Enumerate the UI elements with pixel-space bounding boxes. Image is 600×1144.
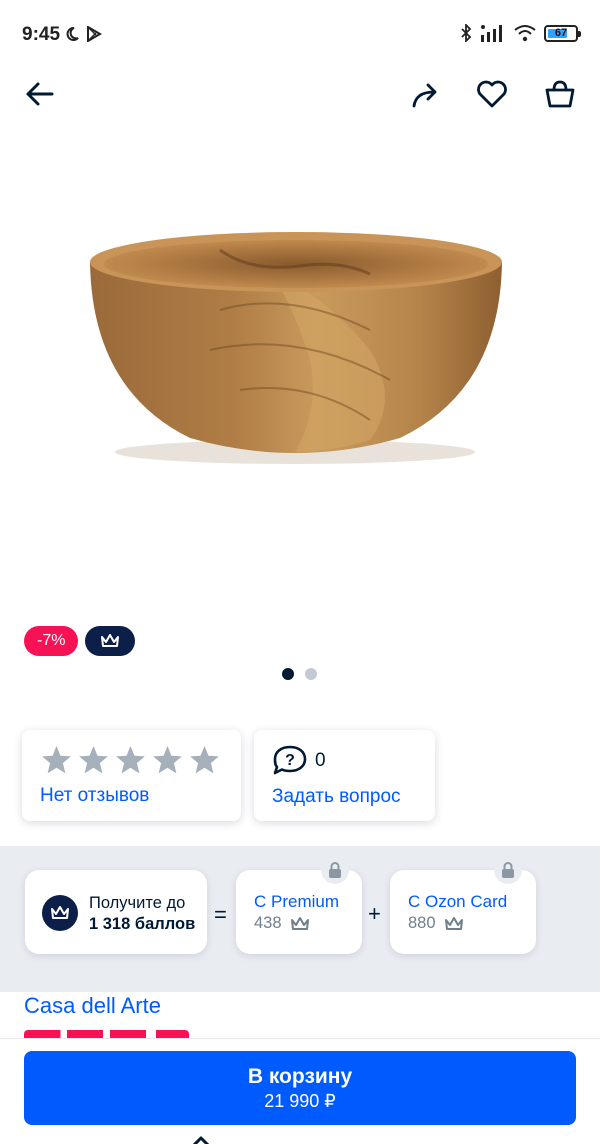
points-band: Получите до 1 318 баллов = С Premium 438… (0, 846, 600, 992)
crown-icon (51, 906, 69, 919)
play-store-icon (87, 26, 102, 42)
bluetooth-icon (461, 24, 472, 42)
star-icon (190, 746, 219, 774)
home-icon[interactable] (190, 1135, 212, 1144)
cart-icon[interactable] (542, 76, 578, 112)
bottom-bar: В корзину 21 990 ₽ (0, 1038, 600, 1144)
star-icon (153, 746, 182, 774)
gallery-dot-1[interactable] (282, 668, 294, 680)
question-bubble-icon: ? (273, 745, 307, 775)
rating-stars (40, 744, 221, 776)
question-card[interactable]: ? 0 Задать вопрос (254, 730, 435, 821)
star-icon (116, 746, 145, 774)
brand-link[interactable]: Casa dell Arte (24, 993, 161, 1019)
svg-text:?: ? (285, 752, 295, 769)
equals-sign: = (214, 902, 227, 927)
product-badges: -7% (24, 626, 136, 656)
wifi-icon (514, 25, 536, 42)
crown-icon (290, 916, 309, 930)
ozon-card-points-value: 880 (408, 914, 436, 932)
share-icon[interactable] (408, 76, 444, 112)
status-bar: 9:45 67 (0, 0, 600, 72)
status-left-icons (64, 26, 102, 42)
ozon-card-points-title: С Ozon Card (408, 892, 508, 911)
points-main-card[interactable]: Получите до 1 318 баллов (25, 870, 207, 954)
premium-badge (85, 626, 136, 656)
heart-icon[interactable] (474, 76, 510, 112)
status-right: 67 (460, 24, 581, 42)
lock-badge (494, 856, 522, 884)
points-main-line1: Получите до (89, 894, 186, 912)
crown-icon (101, 634, 120, 647)
premium-points-title: С Premium (254, 892, 340, 911)
star-icon (79, 746, 108, 774)
plus-sign: + (368, 901, 381, 926)
reviews-label: Нет отзывов (40, 785, 150, 806)
premium-points-value: 438 (254, 914, 282, 932)
moon-icon (66, 27, 79, 41)
ask-question-link[interactable]: Задать вопрос (272, 786, 401, 808)
ozon-card-points-card[interactable]: С Ozon Card 880 (390, 856, 536, 954)
premium-points-value-row: 438 (254, 914, 310, 933)
battery-level: 67 (554, 27, 568, 39)
battery-icon: 67 (544, 24, 581, 42)
points-main-line2: 1 318 баллов (89, 915, 196, 933)
add-to-cart-button[interactable]: В корзину 21 990 ₽ (24, 1051, 576, 1125)
star-icon (42, 746, 71, 774)
question-count: 0 (315, 750, 326, 771)
lock-icon (502, 862, 514, 878)
gallery-dot-2[interactable] (305, 668, 317, 680)
lock-icon (329, 862, 341, 878)
status-time: 9:45 (22, 24, 61, 45)
ozon-card-points-value-row: 880 (408, 914, 464, 933)
add-to-cart-price: 21 990 ₽ (264, 1091, 336, 1111)
discount-badge: -7% (24, 626, 79, 656)
back-arrow-icon[interactable] (22, 76, 58, 112)
nav-bar (0, 72, 600, 116)
gallery-dots (282, 668, 317, 680)
product-image[interactable] (70, 190, 530, 500)
signal-icon (481, 25, 502, 42)
premium-points-card[interactable]: С Premium 438 (236, 856, 362, 954)
lock-badge (321, 856, 349, 884)
points-crown-badge (42, 895, 78, 931)
reviews-card[interactable]: Нет отзывов (22, 730, 241, 821)
add-to-cart-label: В корзину (247, 1065, 353, 1088)
crown-icon (444, 916, 463, 930)
